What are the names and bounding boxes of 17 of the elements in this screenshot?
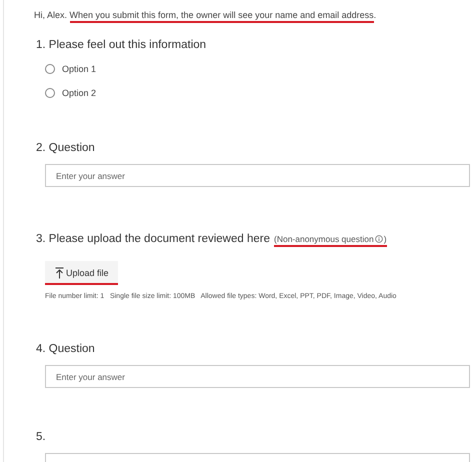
radio-button[interactable] <box>45 88 55 98</box>
option-label[interactable]: Option 1 <box>62 64 96 74</box>
upload-button[interactable]: Upload file <box>45 261 118 285</box>
info-icon <box>374 235 383 243</box>
question-title: 3. Please upload the document reviewed here <box>36 233 270 245</box>
question-title: 2. Question <box>36 142 95 154</box>
option-label[interactable]: Option 2 <box>62 88 96 98</box>
question-title: 5. <box>36 431 46 443</box>
upload-icon <box>55 267 64 279</box>
radio-button[interactable] <box>45 64 55 74</box>
notice-text: Hi, Alex. When you submit this form, the owner will see your name and email address. <box>34 10 474 20</box>
note-text: (Non-anonymous question <box>274 234 374 244</box>
question-title: 4. Question <box>36 343 95 355</box>
answer-field[interactable]: Enter your answer <box>45 365 470 388</box>
question-title: 1. Please feel out this information <box>36 39 206 51</box>
answer-field[interactable]: Enter your answer <box>45 164 470 187</box>
note-text: ) <box>384 234 387 244</box>
